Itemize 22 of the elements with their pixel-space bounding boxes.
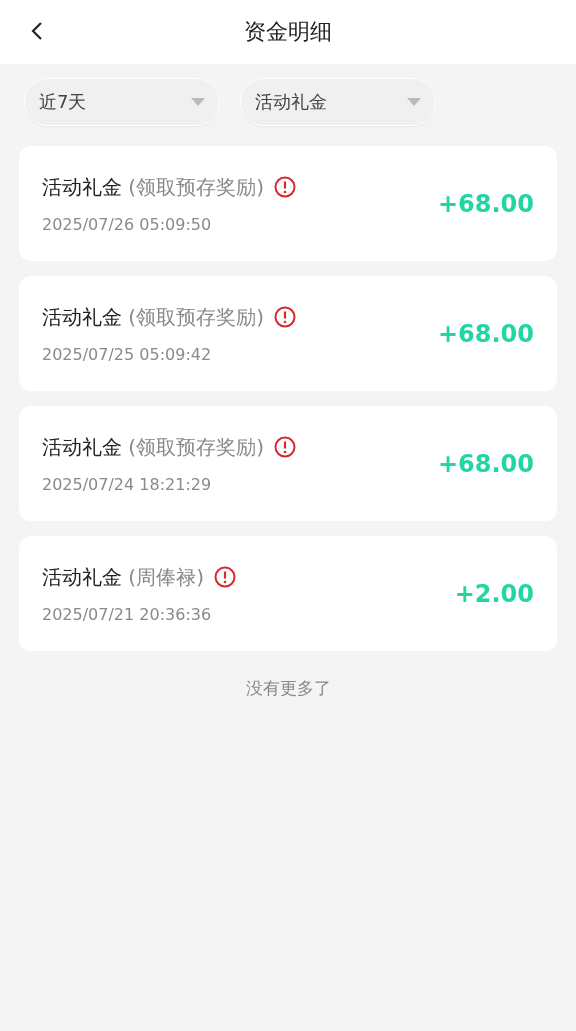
record-amount: +68.00 [437, 189, 534, 218]
record-title: 活动礼金 (领取预存奖励) [42, 433, 264, 461]
record-title: 活动礼金 (领取预存奖励) [42, 303, 264, 331]
record-title: 活动礼金 (领取预存奖励) [42, 173, 264, 201]
caret-icon [191, 98, 205, 106]
warning-icon[interactable] [273, 176, 296, 198]
warning-icon[interactable] [213, 566, 236, 588]
filter-dropdown[interactable]: 活动礼金 [240, 78, 436, 126]
warning-icon[interactable] [273, 436, 296, 458]
record-title: 活动礼金 (周俸禄) [42, 563, 204, 591]
record-time: 2025/07/26 05:09:50 [42, 214, 213, 234]
record-time: 2025/07/24 18:21:29 [42, 474, 213, 494]
warning-icon[interactable] [273, 306, 296, 328]
record-amount: +68.00 [437, 319, 534, 348]
record-amount: +2.00 [454, 579, 534, 608]
filter-dropdown[interactable]: 近7天 [24, 78, 220, 126]
record-time: 2025/07/25 05:09:42 [42, 344, 213, 364]
caret-icon [407, 98, 421, 106]
page-title: 资金明细 [244, 18, 332, 46]
record-amount: +68.00 [437, 449, 534, 478]
end-of-list-text: 没有更多了 [244, 677, 332, 700]
record-time: 2025/07/21 20:36:36 [42, 604, 213, 624]
